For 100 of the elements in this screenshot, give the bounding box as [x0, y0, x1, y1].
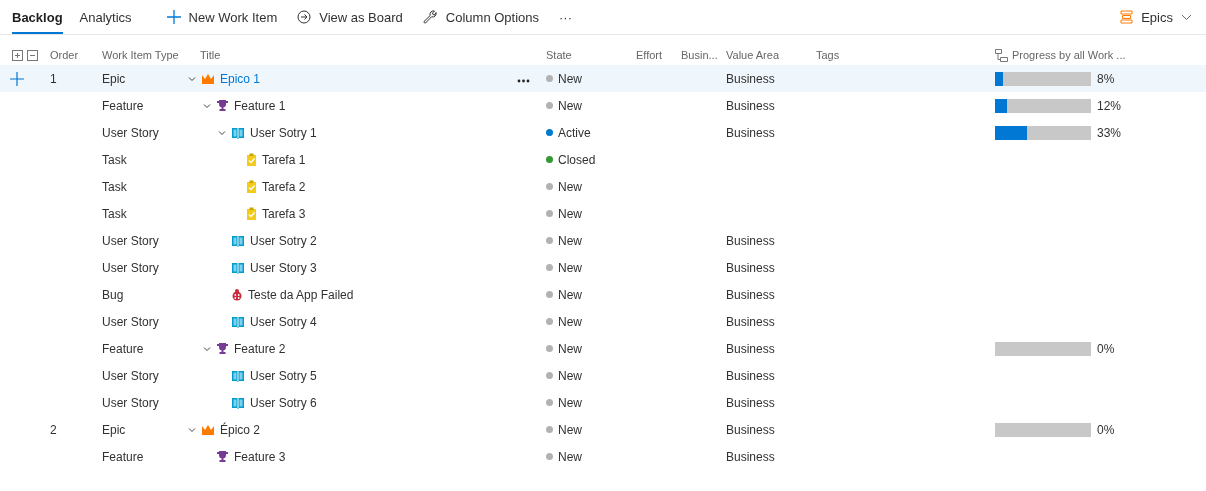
trophy-icon — [216, 342, 229, 355]
work-item-title[interactable]: Feature 2 — [234, 341, 286, 356]
crown-icon — [201, 72, 215, 85]
work-item-title[interactable]: User Sotry 5 — [250, 368, 317, 383]
state-label: Closed — [558, 152, 596, 167]
book-icon — [231, 315, 245, 328]
state-label: New — [558, 341, 582, 356]
column-header[interactable]: Title — [186, 45, 540, 65]
state-label: New — [558, 260, 582, 275]
column-header[interactable]: Order — [46, 45, 96, 65]
book-icon — [231, 234, 245, 247]
work-item-title[interactable]: Teste da App Failed — [248, 287, 354, 302]
work-item-title[interactable]: Feature 3 — [234, 449, 286, 464]
chevron-down-icon[interactable] — [203, 344, 211, 353]
book-icon — [231, 396, 245, 409]
work-item-type: User Story — [102, 368, 159, 383]
value-area: Business — [726, 125, 775, 140]
toolbar-button[interactable]: Column Options — [412, 0, 550, 34]
state-label: New — [558, 179, 582, 194]
work-item-title[interactable]: User Sotry 6 — [250, 395, 317, 410]
book-icon — [231, 369, 245, 382]
work-item-type: Feature — [102, 449, 144, 464]
backlog-level-dropdown[interactable]: Epics — [1118, 0, 1194, 34]
state-label: New — [558, 98, 582, 113]
column-header[interactable]: Value Area — [720, 45, 810, 65]
state-label: New — [558, 395, 582, 410]
work-item-type: Epic — [102, 422, 126, 437]
more-button[interactable]: ··· — [549, 0, 583, 34]
work-item-type: User Story — [102, 233, 159, 248]
column-header[interactable]: Tags — [810, 45, 989, 65]
state-label: New — [558, 368, 582, 383]
column-header[interactable]: Work Item Type — [96, 45, 186, 65]
value-area: Business — [726, 98, 775, 113]
ladybug-icon — [231, 288, 243, 301]
value-area: Business — [726, 449, 775, 464]
state-label: New — [558, 422, 582, 437]
value-area: Business — [726, 341, 775, 356]
value-area: Business — [726, 314, 775, 329]
work-item-title[interactable]: User Sotry 1 — [250, 125, 317, 140]
column-header[interactable]: Busin... — [675, 45, 720, 65]
work-item-type: Task — [102, 206, 127, 221]
crown-icon — [201, 423, 215, 436]
state-label: New — [558, 71, 582, 86]
work-item-type: Feature — [102, 341, 144, 356]
work-item-title[interactable]: Feature 1 — [234, 98, 286, 113]
toolbar-button[interactable]: View as Board — [287, 0, 413, 34]
plus-icon — [166, 10, 181, 24]
work-item-title[interactable]: Tarefa 2 — [262, 179, 306, 194]
clipboard-icon — [246, 153, 257, 166]
value-area: Business — [726, 422, 775, 437]
column-header[interactable]: Progress by all Work ... — [1012, 49, 1126, 61]
work-item-title[interactable]: User Sotry 2 — [250, 233, 317, 248]
work-item-type: User Story — [102, 125, 159, 140]
work-item-title[interactable]: User Sotry 4 — [250, 314, 317, 329]
work-item-title[interactable]: Tarefa 3 — [262, 206, 306, 221]
arrow-circle-icon — [297, 10, 312, 24]
trophy-icon — [216, 99, 229, 112]
value-area: Business — [726, 287, 775, 302]
work-item-type: User Story — [102, 314, 159, 329]
work-item-title[interactable]: Tarefa 1 — [262, 152, 306, 167]
chevron-down-icon[interactable] — [218, 128, 226, 137]
book-icon — [231, 261, 245, 274]
clipboard-icon — [246, 180, 257, 193]
work-item-type: User Story — [102, 260, 159, 275]
state-label: New — [558, 206, 582, 221]
tab[interactable]: Analytics — [79, 0, 132, 34]
column-header[interactable]: Effort — [630, 45, 675, 65]
work-item-type: Feature — [102, 98, 144, 113]
add-child-icon[interactable] — [10, 71, 24, 86]
progress-percent: 0% — [1097, 422, 1115, 437]
value-area: Business — [726, 368, 775, 383]
selected-row[interactable]: 1 Epic Epico 1 New Business 8% — [0, 65, 1206, 92]
progress-percent: 8% — [1097, 71, 1115, 86]
collapse-all-icon[interactable] — [27, 49, 38, 61]
progress-percent: 12% — [1097, 98, 1122, 113]
work-item-title[interactable]: Epico 1 — [220, 71, 261, 86]
chevron-down-icon — [1181, 13, 1192, 21]
backlog-levels-icon — [1120, 10, 1134, 24]
value-area: Business — [726, 260, 775, 275]
state-label: New — [558, 449, 582, 464]
chevron-down-icon[interactable] — [203, 101, 211, 110]
expand-all-icon[interactable] — [12, 49, 23, 61]
state-label: New — [558, 233, 582, 248]
work-item-title[interactable]: User Story 3 — [250, 260, 317, 275]
hierarchy-icon — [995, 48, 1008, 62]
tab[interactable]: Backlog — [12, 0, 63, 34]
work-item-title[interactable]: Épico 2 — [220, 422, 261, 437]
column-header[interactable]: State — [540, 45, 630, 65]
work-item-type: Bug — [102, 287, 124, 302]
chevron-down-icon[interactable] — [188, 74, 196, 83]
clipboard-icon — [246, 207, 257, 220]
work-item-type: User Story — [102, 395, 159, 410]
work-item-type: Task — [102, 152, 127, 167]
chevron-down-icon[interactable] — [188, 425, 196, 434]
state-label: New — [558, 314, 582, 329]
work-item-type: Task — [102, 179, 127, 194]
trophy-icon — [216, 450, 229, 463]
state-label: Active — [558, 125, 591, 140]
toolbar-button[interactable]: New Work Item — [156, 0, 288, 34]
progress-percent: 0% — [1097, 341, 1115, 356]
